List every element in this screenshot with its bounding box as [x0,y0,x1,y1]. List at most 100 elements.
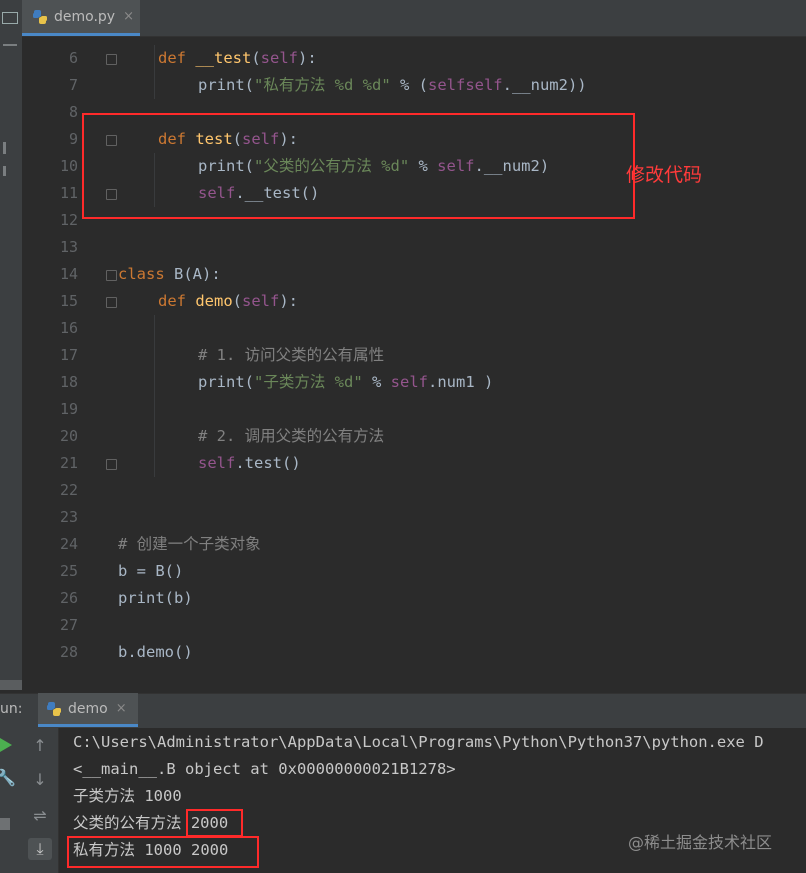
console-line: 子类方法 1000 [73,787,182,805]
stop-icon[interactable] [0,818,10,830]
token-builtin: print( [198,373,254,391]
scroll-to-end-icon: ⤓ [36,839,44,858]
python-file-icon [33,9,47,24]
code-editor[interactable]: 6 7 8 9 10 11 12 13 14 15 16 17 18 19 20… [22,37,806,690]
token-punct: ( [232,292,242,310]
line-number: 24 [59,535,78,553]
token-op: % [362,373,391,391]
fold-marker-icon[interactable] [106,270,117,281]
fold-marker-icon[interactable] [106,459,117,470]
arrow-up-icon[interactable]: ↑ [29,736,51,755]
line-number: 15 [59,292,78,310]
token-self: self [242,292,280,310]
token-string: "私有方法 %d %d" [254,76,391,94]
code-line-6: def __test(self): [158,45,317,72]
token-punct: ): [298,49,317,67]
wrench-icon[interactable]: 🔧 [0,768,17,787]
code-line-7: print("私有方法 %d %d" % (selfself.__num2)) [198,72,587,99]
line-number: 14 [59,265,78,283]
line-number: 22 [59,481,78,499]
line-number: 26 [59,589,78,607]
run-toolbar-right: ↑ ↓ ⇌ ⤓ [22,728,59,873]
line-number: 11 [59,184,78,202]
token-string: "子类方法 %d" [254,373,363,391]
line-number: 18 [59,373,78,391]
fold-marker-icon[interactable] [106,54,117,65]
token-keyword: class [118,265,174,283]
token-attr: .__num2)) [502,76,587,94]
highlight-box-modified-code [82,113,635,219]
line-number: 12 [59,211,78,229]
highlight-box-private-method-output [67,836,259,868]
python-file-icon [47,701,61,716]
arrow-down-icon[interactable]: ↓ [29,770,51,789]
code-line-18: print("子类方法 %d" % self.num1 ) [198,369,493,396]
console-line: C:\Users\Administrator\AppData\Local\Pro… [73,733,764,751]
left-tool-strip [0,0,23,690]
structure-marker [3,44,17,46]
console-line: <__main__.B object at 0x00000000021B1278… [73,760,456,778]
token-op: % ( [390,76,428,94]
token-builtin: print( [198,76,254,94]
code-line-26: print(b) [118,589,193,607]
token-function: demo [195,292,233,310]
soft-wrap-icon[interactable]: ⇌ [29,806,51,825]
line-number: 21 [59,454,78,472]
run-toolbar-left: 🔧 [0,728,22,873]
line-number: 28 [59,643,78,661]
token-self: self [427,76,466,94]
project-view-icon[interactable] [2,12,18,24]
run-panel-label: un: [0,701,23,717]
line-number: 9 [68,130,78,148]
code-line-20: # 2. 调用父类的公有方法 [198,427,385,445]
highlight-box-2000 [186,809,243,837]
token-self: self [390,373,428,391]
line-number: 20 [59,427,78,445]
line-number: 19 [59,400,78,418]
code-line-15: def demo(self): [158,288,298,315]
token-function: __test [195,49,252,67]
token-attr: .test() [235,454,301,472]
indent-guide [154,315,155,477]
line-number: 13 [59,238,78,256]
token-keyword: def [158,49,196,67]
token-self: self [260,49,298,67]
close-tab-icon[interactable]: × [123,9,134,24]
line-number: 8 [68,103,78,121]
bookmark-marker [3,142,6,154]
file-tab-label: demo.py [54,8,116,25]
line-number: 27 [59,616,78,634]
horizontal-scrollbar[interactable] [0,680,22,690]
annotation-modify-code: 修改代码 [626,164,703,186]
run-icon[interactable] [0,738,12,752]
line-number: 6 [68,49,78,67]
watermark: @稀土掘金技术社区 [628,833,773,852]
line-number: 25 [59,562,78,580]
line-number: 16 [59,319,78,337]
close-tab-icon[interactable]: × [116,701,127,716]
code-line-24: # 创建一个子类对象 [118,535,261,553]
indent-guide [154,45,155,99]
line-number: 23 [59,508,78,526]
run-tab-demo[interactable]: demo × [38,693,138,727]
code-line-21: self.test() [198,450,301,477]
code-line-28: b.demo() [118,643,193,661]
token-punct: ): [279,292,298,310]
token-self: self [198,454,236,472]
bookmark-marker [3,166,6,176]
token-class: B(A): [174,265,221,283]
token-keyword: def [158,292,196,310]
token-punct: ( [251,49,261,67]
line-number: 17 [59,346,78,364]
editor-tab-bar: demo.py × [22,0,806,37]
file-tab-demo-py[interactable]: demo.py × [22,0,140,36]
code-line-14: class B(A): [118,261,221,288]
line-number: 7 [68,76,78,94]
token-attr: .num1 ) [428,373,494,391]
fold-marker-icon[interactable] [106,297,117,308]
token-self: self [465,76,503,94]
code-line-17: # 1. 访问父类的公有属性 [198,346,385,364]
code-line-25: b = B() [118,562,184,580]
run-tab-label: demo [68,700,108,717]
line-number: 10 [59,157,78,175]
